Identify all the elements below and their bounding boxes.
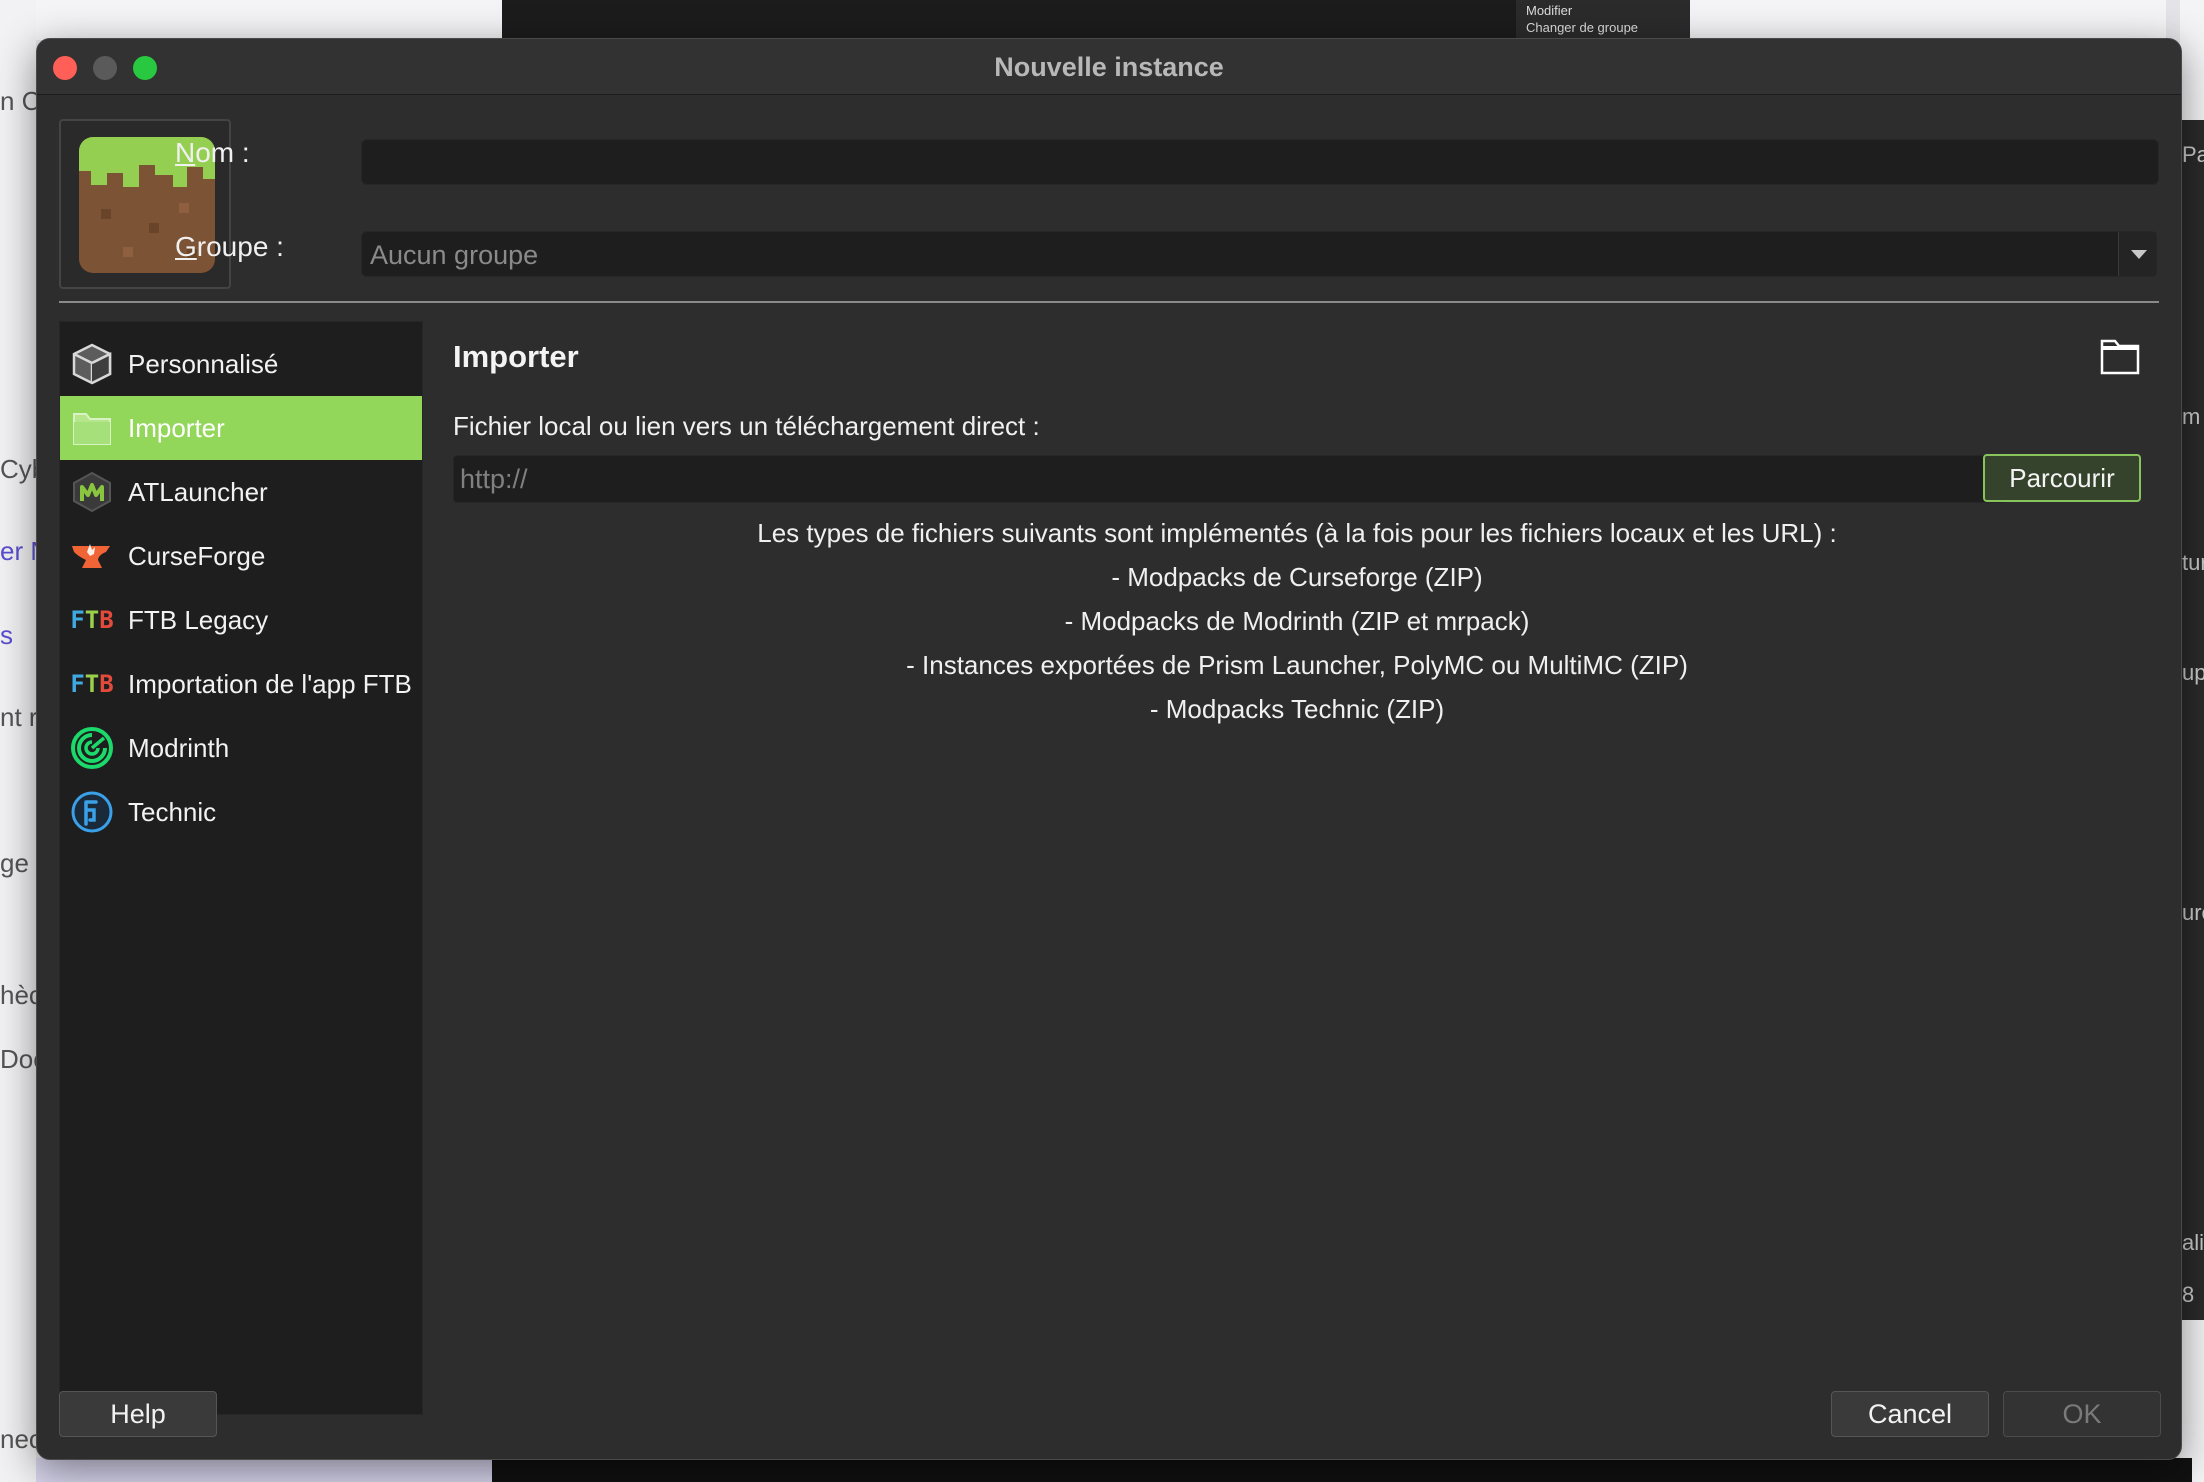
url-input[interactable] <box>453 455 2007 503</box>
sidebar-item-label: Technic <box>128 796 217 827</box>
curseforge-anvil-icon <box>70 534 114 578</box>
ftb-icon: FTB <box>70 606 114 634</box>
ok-button[interactable]: OK <box>2003 1391 2161 1437</box>
technic-icon <box>70 790 114 834</box>
info-line: - Modpacks Technic (ZIP) <box>1149 694 1445 724</box>
sidebar-item-label: Importer <box>128 412 225 443</box>
sidebar-item-label: Importation de l'app FTB <box>128 668 412 699</box>
background-text: Cyb <box>0 454 36 484</box>
background-text: urc <box>2182 900 2204 925</box>
background-text: nec <box>0 1424 36 1454</box>
background-text: er N <box>0 536 36 566</box>
sidebar-item-personnalise[interactable]: Personnalisé <box>60 332 422 396</box>
background-text: hèc <box>0 980 36 1010</box>
background-text: Pac <box>2182 142 2204 167</box>
background-text: s <box>0 620 13 650</box>
window-title: Nouvelle instance <box>994 52 1224 82</box>
background-menu-item: Modifier <box>1526 3 1573 18</box>
folder-outline-icon <box>2100 339 2140 375</box>
sidebar-item-label: Modrinth <box>128 732 230 763</box>
cancel-button[interactable]: Cancel <box>1831 1391 1989 1437</box>
background-text: up <box>2182 660 2204 685</box>
page-title: Importer <box>453 339 579 374</box>
background-text: ali <box>2182 1230 2204 1255</box>
name-input[interactable] <box>361 139 2159 185</box>
sidebar-item-label: CurseForge <box>128 540 266 571</box>
atlauncher-icon <box>70 470 114 514</box>
info-line: Les types de fichiers suivants sont impl… <box>757 518 1837 548</box>
background-text: n Cy <box>0 86 36 116</box>
sidebar-item-ftb-app-import[interactable]: FTB Importation de l'app FTB <box>60 652 422 716</box>
cube-icon <box>70 342 114 386</box>
header-divider <box>59 301 2159 303</box>
modrinth-icon <box>70 726 114 770</box>
sidebar-item-modrinth[interactable]: Modrinth <box>60 716 422 780</box>
sidebar-item-label: Personnalisé <box>128 348 279 379</box>
sidebar-item-atlauncher[interactable]: ATLauncher <box>60 460 422 524</box>
supported-formats-info: Les types de fichiers suivants sont impl… <box>453 511 2141 731</box>
folder-icon <box>70 406 114 450</box>
sidebar-item-curseforge[interactable]: CurseForge <box>60 524 422 588</box>
url-field-label: Fichier local ou lien vers un télécharge… <box>453 411 1040 441</box>
background-text: ge <box>0 848 29 878</box>
sidebar-item-label: FTB Legacy <box>128 604 269 635</box>
background-dark-bottom <box>492 1458 2192 1482</box>
sidebar-item-importer[interactable]: Importer <box>60 396 422 460</box>
group-label: Groupe : <box>175 231 284 262</box>
background-text: 8 <box>2182 1282 2195 1307</box>
ftb-icon: FTB <box>70 670 114 698</box>
new-instance-dialog: Nouvelle instance Nom : Groupe : Aucun g… <box>36 38 2182 1460</box>
title-bar: Nouvelle instance <box>37 39 2181 95</box>
help-button[interactable]: Help <box>59 1391 217 1437</box>
background-text: m <box>2182 404 2201 429</box>
background-context-menu: Modifier Changer de groupe <box>1516 0 1690 40</box>
browse-button[interactable]: Parcourir <box>1983 454 2141 502</box>
background-text: tur <box>2182 550 2204 575</box>
background-text: nt r <box>0 702 36 732</box>
group-select[interactable]: Aucun groupe <box>361 231 2157 277</box>
chevron-down-icon[interactable] <box>2118 232 2156 276</box>
sidebar-item-ftb-legacy[interactable]: FTB FTB Legacy <box>60 588 422 652</box>
background-text: Doc <box>0 1044 36 1074</box>
sidebar-item-technic[interactable]: Technic <box>60 780 422 844</box>
group-select-value: Aucun groupe <box>370 240 539 270</box>
name-label: Nom : <box>175 137 250 168</box>
background-dark-panel <box>502 0 1690 40</box>
open-folder-button[interactable] <box>2099 337 2141 377</box>
info-line: - Modpacks de Modrinth (ZIP et mrpack) <box>1064 606 1530 636</box>
background-dark-panel-right <box>2180 120 2204 1320</box>
sidebar-item-label: ATLauncher <box>128 476 268 507</box>
info-line: - Instances exportées de Prism Launcher,… <box>906 650 1688 680</box>
background-menu-item: Changer de groupe <box>1526 20 1639 35</box>
background-app-left <box>0 0 36 1482</box>
info-line: - Modpacks de Curseforge (ZIP) <box>1111 562 1483 592</box>
source-sidebar: Personnalisé Importer ATLauncher CurseFo… <box>59 321 423 1415</box>
